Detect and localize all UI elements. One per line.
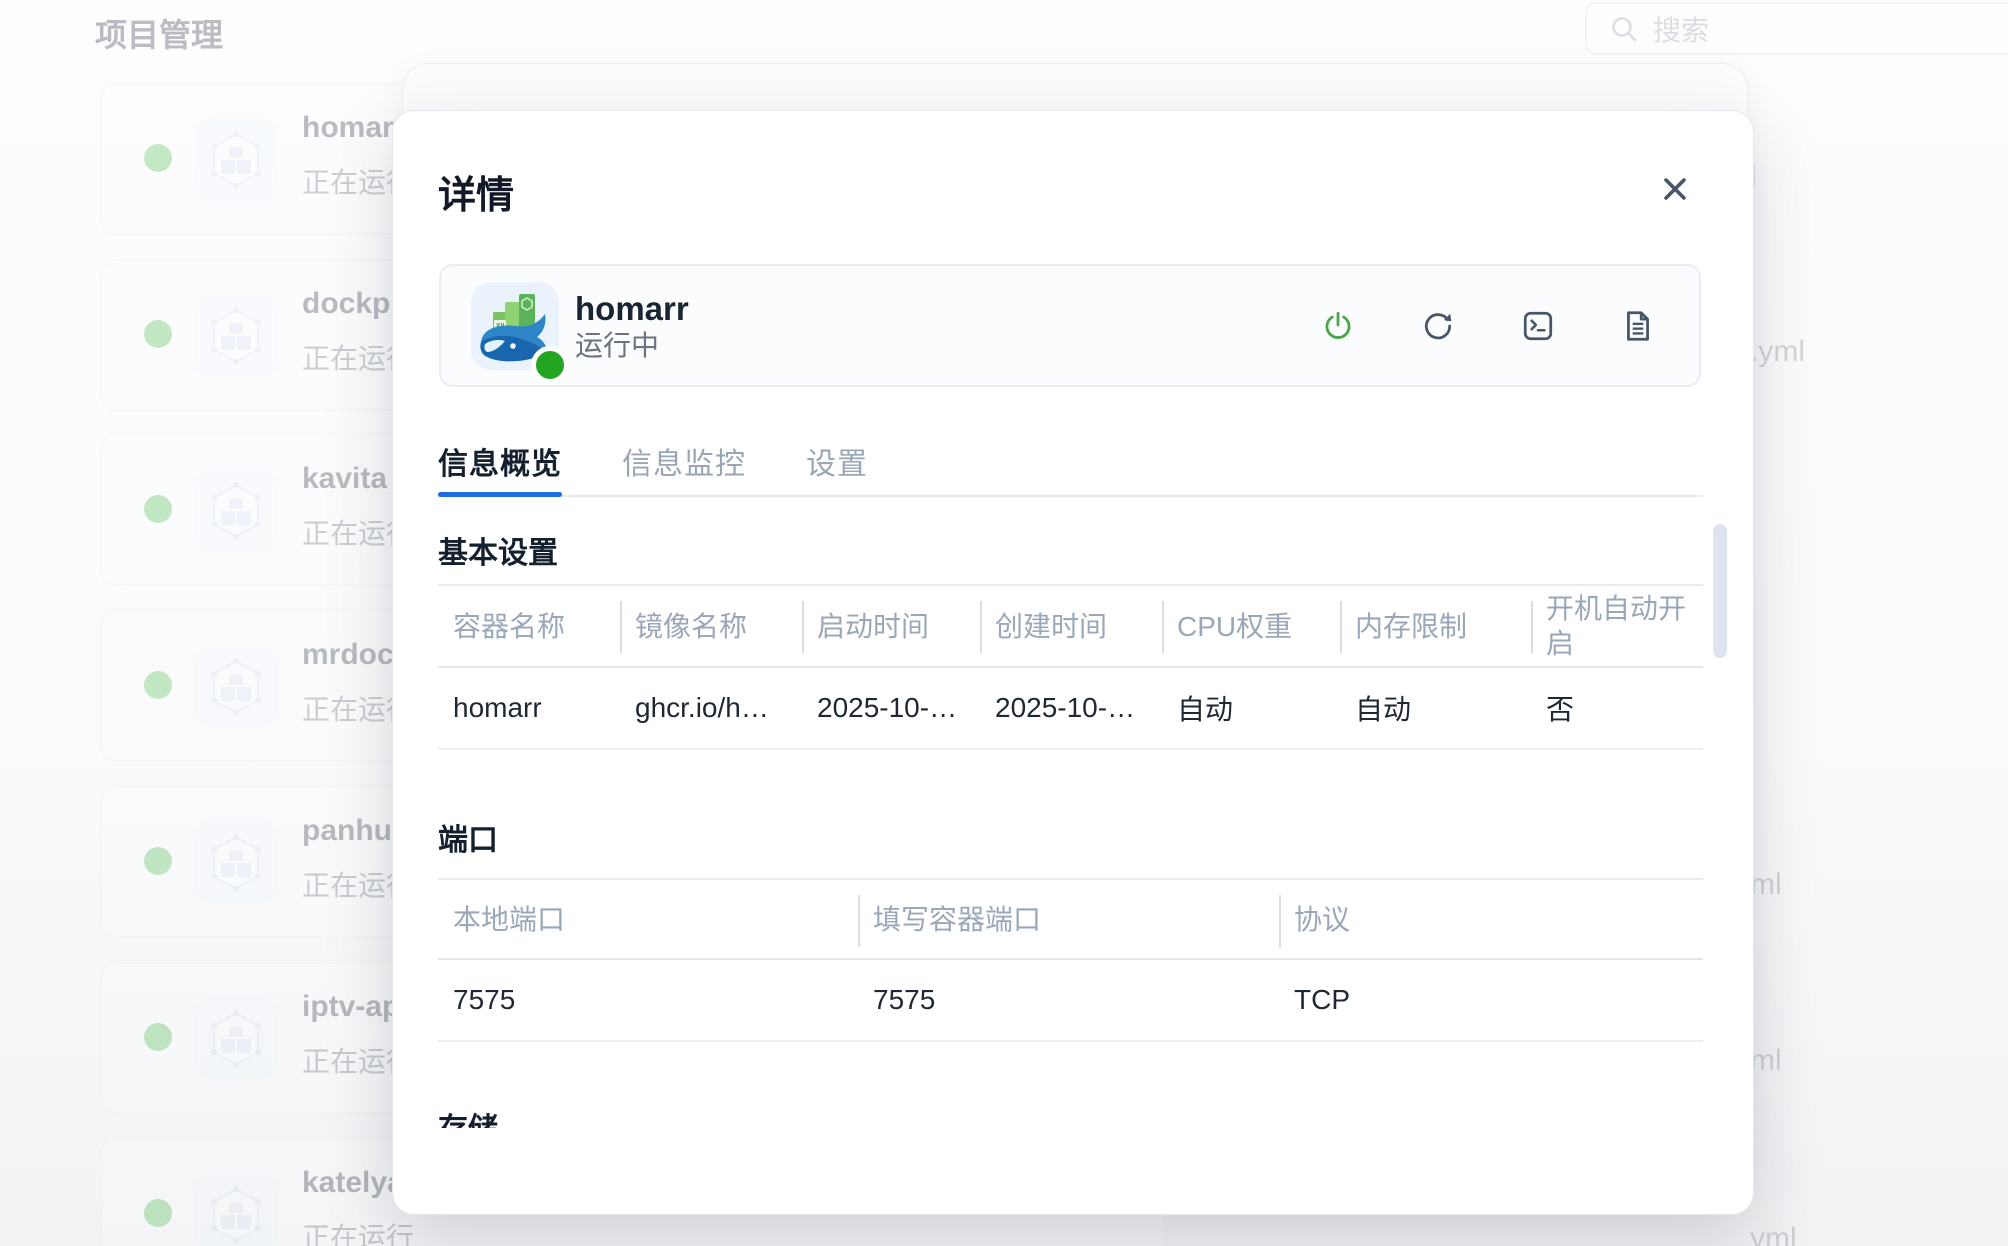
restart-icon[interactable]: [1421, 309, 1455, 343]
status-dot-icon: [144, 1199, 172, 1227]
page-title: 项目管理: [95, 10, 223, 56]
column-header: CPU权重: [1162, 586, 1340, 668]
status-dot-icon: [144, 847, 172, 875]
power-icon[interactable]: [1321, 309, 1355, 343]
container-name: kavita: [302, 462, 387, 496]
terminal-icon[interactable]: [1521, 309, 1555, 343]
cell-local-port: 7575: [438, 960, 858, 1042]
search-input[interactable]: 搜索: [1585, 2, 2008, 55]
container-cube-icon: [195, 1174, 277, 1246]
status-dot-icon: [144, 1023, 172, 1051]
column-header: 启动时间: [802, 586, 980, 668]
column-header: 填写容器端口: [858, 880, 1279, 960]
ports-table: 本地端口 填写容器端口 协议 7575 7575 TCP: [438, 878, 1703, 1042]
column-header: 创建时间: [980, 586, 1162, 668]
cell-protocol: TCP: [1279, 960, 1703, 1042]
file-name-fragment: ml: [1750, 868, 1782, 902]
modal-tabs: 信息概览 信息监控 设置: [438, 439, 1703, 497]
container-cube-icon: [195, 119, 277, 201]
app-action-buttons: [1321, 266, 1655, 385]
container-name: iptv-ap: [302, 990, 400, 1024]
cell-auto-start: 否: [1531, 668, 1703, 750]
tab-info-overview[interactable]: 信息概览: [438, 439, 562, 495]
close-icon[interactable]: [1655, 169, 1695, 209]
screen: 项目管理 搜索 homar 正在运行 dockp 正在运行 kavita 正在运…: [0, 0, 2008, 1246]
file-name-fragment: .yml: [1750, 335, 1805, 369]
container-name: mrdoc: [302, 638, 394, 672]
container-cube-icon: [195, 998, 277, 1080]
modal-scroll-body[interactable]: 基本设置 容器名称 镜像名称 启动时间 创建时间 CPU权重 内存限制 开机自动…: [393, 501, 1753, 1128]
modal-scrollbar-thumb[interactable]: [1713, 524, 1727, 658]
search-placeholder: 搜索: [1653, 9, 1709, 49]
column-header: 容器名称: [438, 586, 620, 668]
column-header: 本地端口: [438, 880, 858, 960]
status-dot-icon: [144, 320, 172, 348]
column-header: 镜像名称: [620, 586, 802, 668]
basic-settings-table: 容器名称 镜像名称 启动时间 创建时间 CPU权重 内存限制 开机自动开启 ho…: [438, 584, 1703, 750]
cell-image-name: ghcr.io/h…: [620, 668, 802, 750]
section-title-basic: 基本设置: [438, 534, 1703, 574]
tab-settings[interactable]: 设置: [806, 439, 868, 495]
container-cube-icon: [195, 646, 277, 728]
container-name: katelya: [302, 1166, 404, 1200]
search-icon: [1609, 14, 1639, 44]
running-status-dot-icon: [531, 346, 569, 384]
status-dot-icon: [144, 495, 172, 523]
section-title-ports: 端口: [438, 821, 1703, 861]
app-summary-card: XII homarr 运行中: [439, 264, 1701, 387]
cell-memory-limit: 自动: [1340, 668, 1531, 750]
status-dot-icon: [144, 671, 172, 699]
container-name: homar: [302, 111, 394, 145]
cell-start-time: 2025-10-…: [802, 668, 980, 750]
tab-info-monitor[interactable]: 信息监控: [622, 439, 746, 495]
column-header: 协议: [1279, 880, 1703, 960]
container-cube-icon: [195, 295, 277, 377]
container-status: 正在运行: [302, 1216, 414, 1246]
details-modal: 详情 XII: [392, 110, 1754, 1215]
container-cube-icon: [195, 470, 277, 552]
file-name-fragment: yml: [1750, 1222, 1797, 1246]
section-title-storage-clipped: 存储: [438, 1110, 1703, 1128]
modal-title: 详情: [438, 164, 514, 219]
app-status-text: 运行中: [575, 332, 689, 360]
cell-create-time: 2025-10-…: [980, 668, 1162, 750]
logs-document-icon[interactable]: [1621, 309, 1655, 343]
app-name: homarr: [575, 292, 689, 325]
column-header: 开机自动开启: [1531, 586, 1703, 668]
container-name: panhu: [302, 814, 392, 848]
cell-cpu-weight: 自动: [1162, 668, 1340, 750]
cell-container-name: homarr: [438, 668, 620, 750]
status-dot-icon: [144, 144, 172, 172]
homarr-app-icon: XII: [469, 280, 561, 372]
column-header: 内存限制: [1340, 586, 1531, 668]
container-name: dockp: [302, 287, 390, 321]
file-name-fragment: ml: [1750, 1044, 1782, 1078]
container-cube-icon: [195, 822, 277, 904]
cell-container-port: 7575: [858, 960, 1279, 1042]
